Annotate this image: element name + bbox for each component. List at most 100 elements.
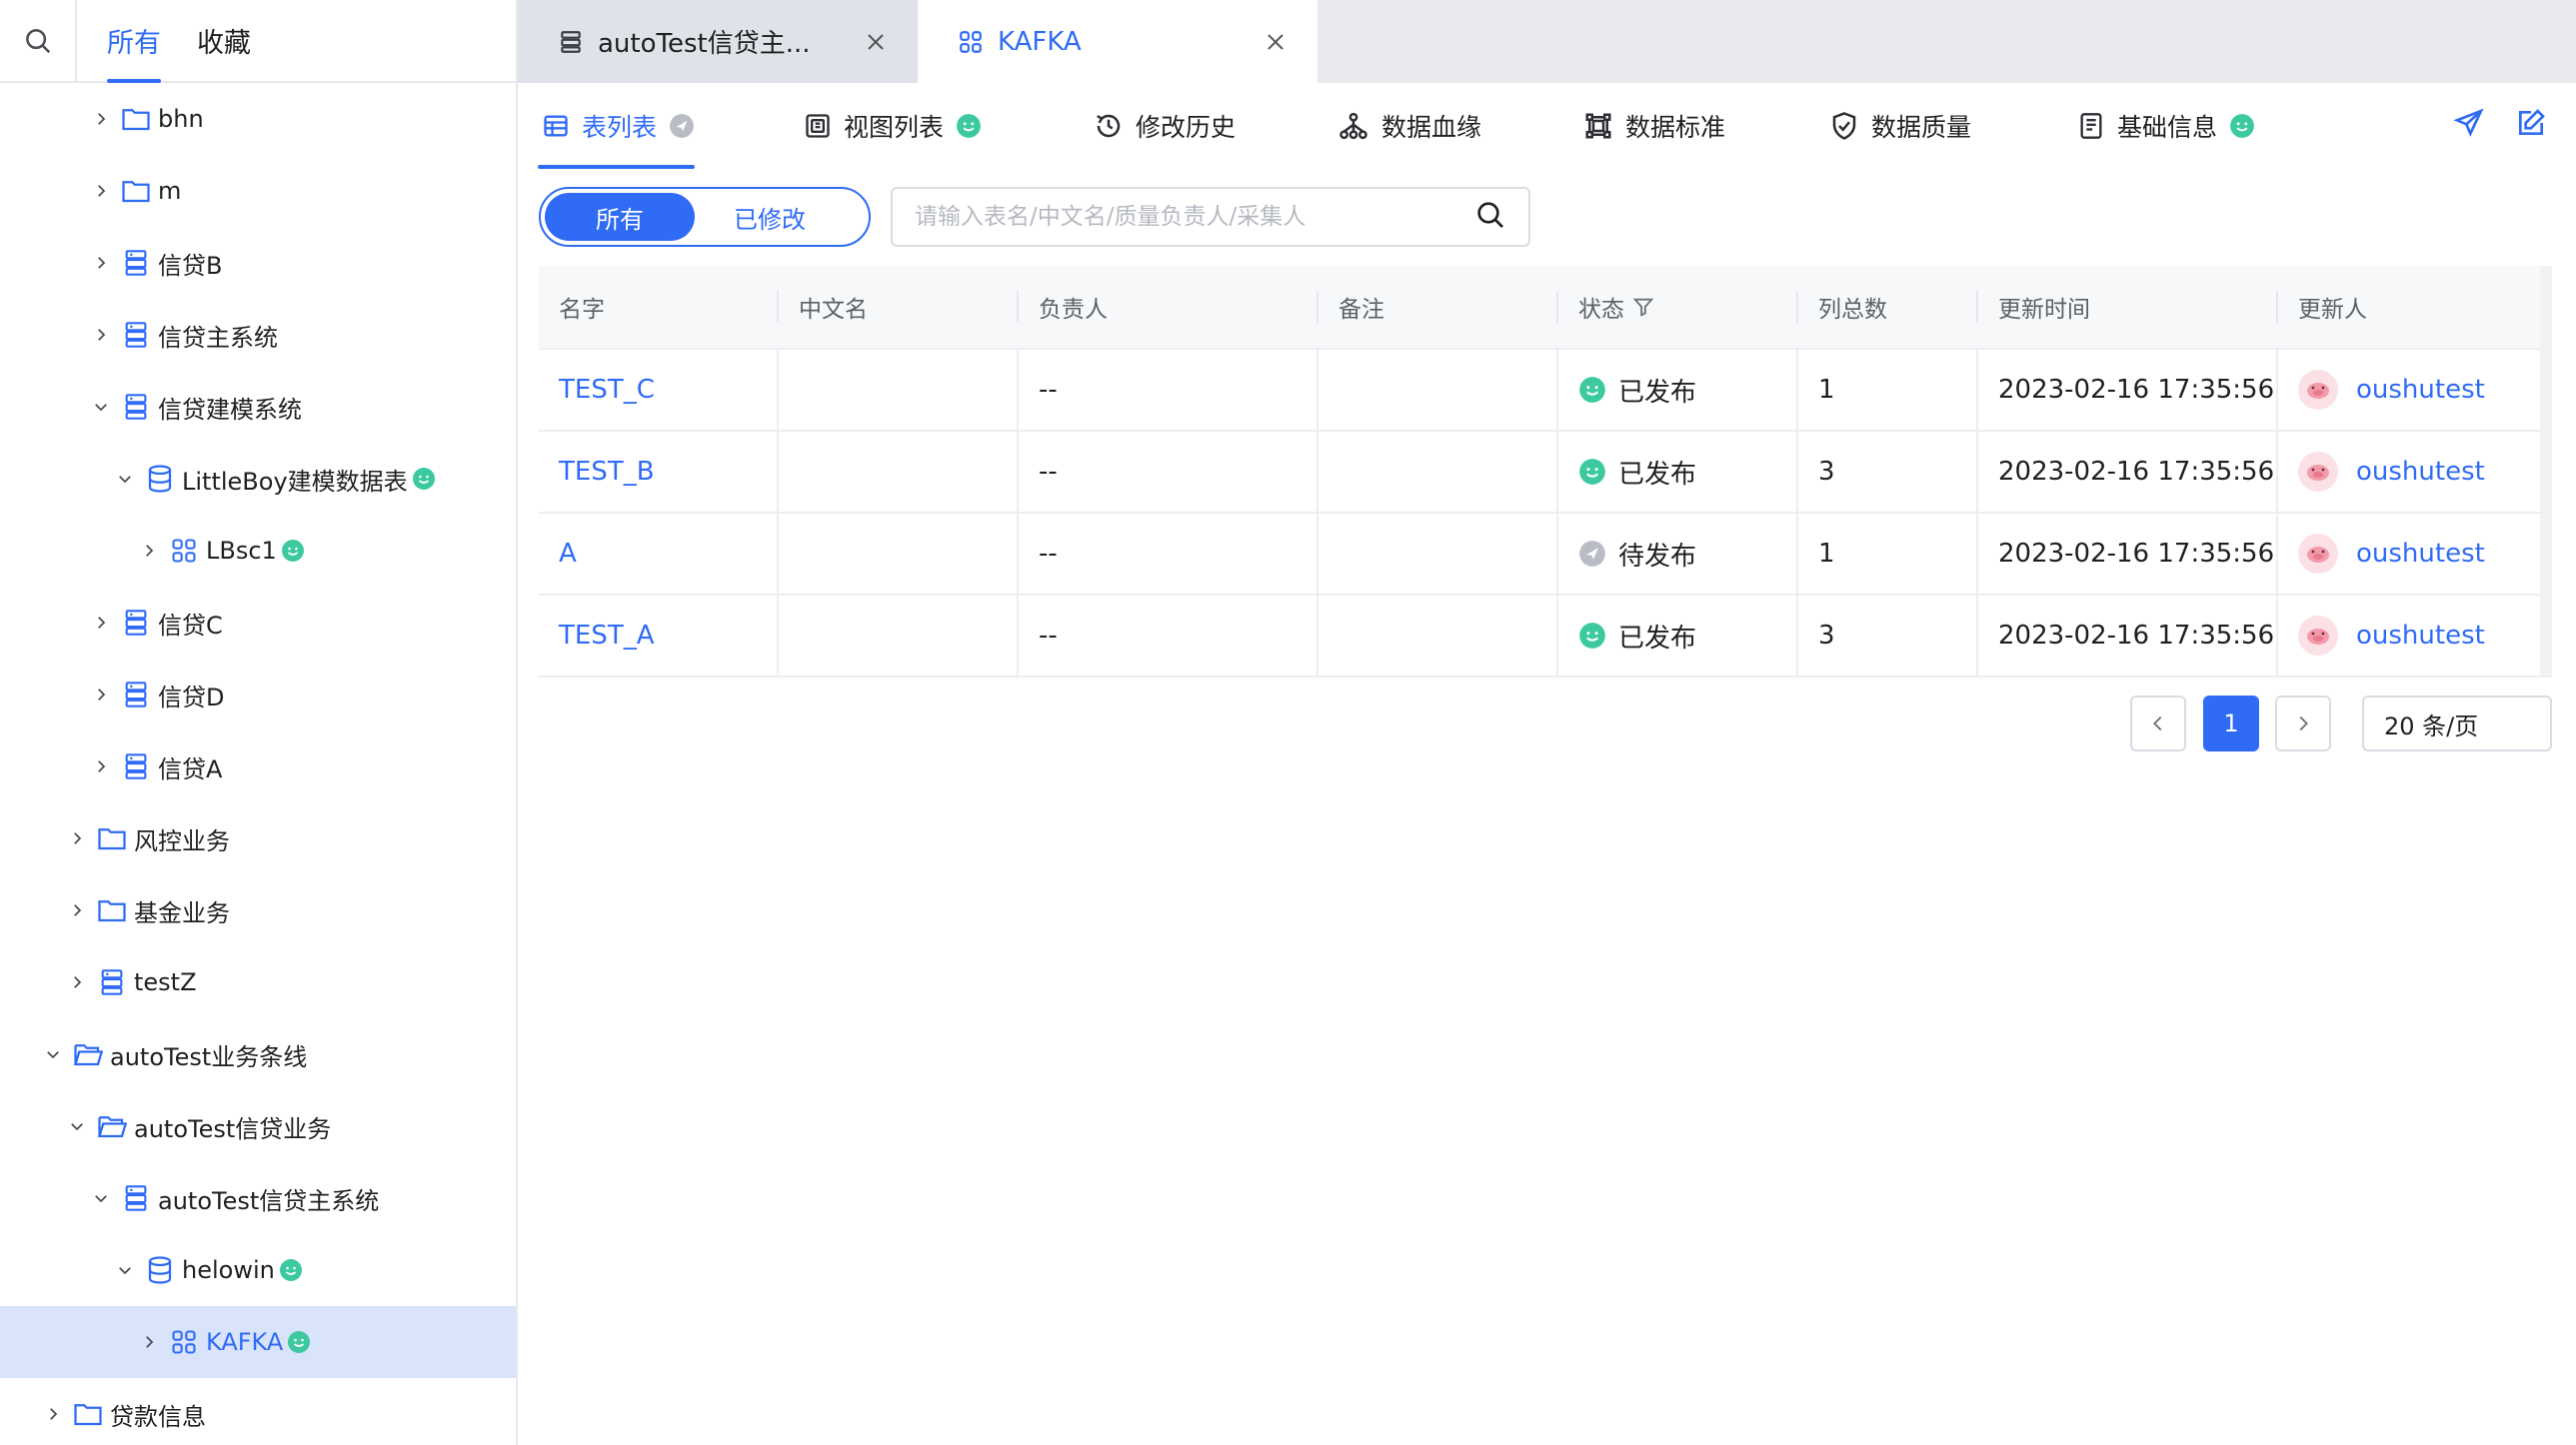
chevron-right-icon[interactable]: [42, 1403, 64, 1425]
subnav-history[interactable]: 修改历史: [1094, 83, 1236, 169]
tab-autotest-system[interactable]: autoTest信贷主...: [518, 0, 918, 83]
folder-icon: [72, 1398, 104, 1430]
chevron-down-icon[interactable]: [90, 1187, 112, 1209]
tree-node[interactable]: 信贷A: [0, 730, 516, 802]
system-icon: [120, 607, 152, 639]
column-header: 更新人: [2298, 297, 2367, 323]
tab-all[interactable]: 所有: [107, 0, 161, 83]
table-name-link[interactable]: TEST_A: [539, 595, 779, 677]
send-icon[interactable]: [2453, 107, 2485, 139]
chevron-down-icon[interactable]: [66, 1115, 88, 1137]
table-scrollbar[interactable]: [2540, 266, 2552, 676]
tree-node[interactable]: 信贷C: [0, 587, 516, 659]
table-status-cell: 已发布: [1558, 349, 1798, 431]
page-number-current[interactable]: 1: [2203, 696, 2259, 751]
edit-icon[interactable]: [2515, 107, 2547, 139]
tree-node[interactable]: m: [0, 155, 516, 227]
tree-node[interactable]: 信贷D: [0, 659, 516, 730]
tree-node[interactable]: 基金业务: [0, 874, 516, 946]
tree-node[interactable]: autoTest业务条线: [0, 1018, 516, 1090]
tree-node[interactable]: helowin: [0, 1234, 516, 1306]
table-owner-cell: --: [1019, 431, 1318, 513]
system-icon: [120, 750, 152, 782]
subnav-table-list[interactable]: 表列表: [537, 83, 696, 169]
chevron-down-icon[interactable]: [42, 1043, 64, 1065]
subnav-basic-info[interactable]: 基础信息: [2077, 83, 2255, 169]
smile-status-icon: [281, 539, 305, 563]
tab-favorites[interactable]: 收藏: [197, 0, 251, 81]
tree-node-label: 信贷主系统: [158, 323, 278, 352]
tree-node[interactable]: 贷款信息: [0, 1378, 516, 1445]
sidebar-search-button[interactable]: [0, 0, 77, 81]
table-row: TEST_B -- 已发布 3 2023-02-16 17:35:56 oushutest: [539, 431, 2552, 514]
tab-kafka[interactable]: KAFKA: [918, 0, 1317, 83]
chevron-right-icon[interactable]: [90, 180, 112, 202]
tree-node[interactable]: KAFKA: [0, 1306, 516, 1378]
tree-node[interactable]: LittleBoy建模数据表: [0, 443, 516, 515]
chevron-down-icon[interactable]: [114, 468, 136, 490]
table-name-link[interactable]: TEST_C: [539, 349, 779, 431]
tree-node[interactable]: autoTest信贷主系统: [0, 1162, 516, 1234]
subnav-lineage[interactable]: 数据血缘: [1337, 83, 1481, 169]
filter-modified-button[interactable]: 已修改: [695, 193, 845, 241]
chevron-right-icon[interactable]: [90, 612, 112, 634]
lineage-icon: [1337, 111, 1369, 141]
tree-node[interactable]: LBsc1: [0, 515, 516, 587]
subnav-standard[interactable]: 数据标准: [1583, 83, 1725, 169]
close-icon[interactable]: [1264, 30, 1288, 54]
table-row: TEST_A -- 已发布 3 2023-02-16 17:35:56 oushutest: [539, 595, 2552, 678]
sidebar: 所有 收藏 bhn m 信贷B 信贷主系统信贷建模系统 LittleBoy建模数据表 LB…: [0, 0, 518, 1445]
chevron-right-icon[interactable]: [90, 324, 112, 346]
table-search-input[interactable]: [915, 204, 1474, 230]
subnav-quality[interactable]: 数据质量: [1829, 83, 1971, 169]
folder-icon: [96, 894, 128, 926]
updater-link[interactable]: oushutest: [2356, 621, 2485, 651]
prev-page-button[interactable]: [2130, 696, 2186, 751]
updater-link[interactable]: oushutest: [2356, 457, 2485, 487]
tree-node-label: 基金业务: [134, 898, 230, 927]
subnav-label: 基础信息: [2117, 113, 2218, 142]
updater-link[interactable]: oushutest: [2356, 539, 2485, 569]
table-row: A -- 待发布 1 2023-02-16 17:35:56 oushutest: [539, 513, 2552, 596]
next-page-button[interactable]: [2275, 696, 2331, 751]
document-icon: [2077, 111, 2105, 141]
table-updated-cell: 2023-02-16 17:35:56: [1978, 595, 2278, 677]
subnav-label: 视图列表: [844, 113, 945, 142]
chevron-right-icon[interactable]: [138, 540, 160, 562]
tree-node[interactable]: 信贷B: [0, 227, 516, 299]
chevron-right-icon[interactable]: [138, 1331, 160, 1353]
table-name-link[interactable]: TEST_B: [539, 431, 779, 513]
tree-node-label: KAFKA: [206, 1328, 284, 1356]
tree-node[interactable]: autoTest信贷业务: [0, 1090, 516, 1162]
chevron-right-icon[interactable]: [66, 827, 88, 849]
chevron-right-icon[interactable]: [90, 252, 112, 274]
tab-label: autoTest信贷主...: [598, 29, 811, 59]
tree-node[interactable]: 风控业务: [0, 802, 516, 874]
chevron-right-icon[interactable]: [90, 108, 112, 130]
chevron-down-icon[interactable]: [90, 396, 112, 418]
tree-node[interactable]: 信贷建模系统: [0, 371, 516, 443]
subnav-view-list[interactable]: 视图列表: [804, 83, 982, 169]
chevron-right-icon[interactable]: [90, 684, 112, 706]
page-size-select[interactable]: 20 条/页: [2362, 696, 2552, 751]
table-colcount-cell: 3: [1798, 431, 1978, 513]
tree-node-label: testZ: [134, 968, 197, 996]
column-header: 备注: [1318, 265, 1558, 349]
chevron-right-icon[interactable]: [66, 971, 88, 993]
table-status-cell: 已发布: [1558, 595, 1798, 677]
filter-icon[interactable]: [1632, 295, 1654, 319]
updater-link[interactable]: oushutest: [2356, 375, 2485, 405]
smile-status-icon: [2229, 113, 2255, 139]
chevron-down-icon[interactable]: [114, 1259, 136, 1281]
chevron-right-icon[interactable]: [90, 755, 112, 777]
filter-all-button[interactable]: 所有: [545, 193, 695, 241]
close-icon[interactable]: [864, 30, 888, 54]
tree-node[interactable]: testZ: [0, 946, 516, 1018]
column-header: 中文名: [779, 265, 1019, 349]
tree-node[interactable]: bhn: [0, 83, 516, 155]
search-icon[interactable]: [1474, 199, 1506, 235]
table-name-link[interactable]: A: [539, 513, 779, 595]
tree-node[interactable]: 信贷主系统: [0, 299, 516, 371]
chevron-right-icon[interactable]: [66, 899, 88, 921]
avatar: [2298, 370, 2338, 410]
